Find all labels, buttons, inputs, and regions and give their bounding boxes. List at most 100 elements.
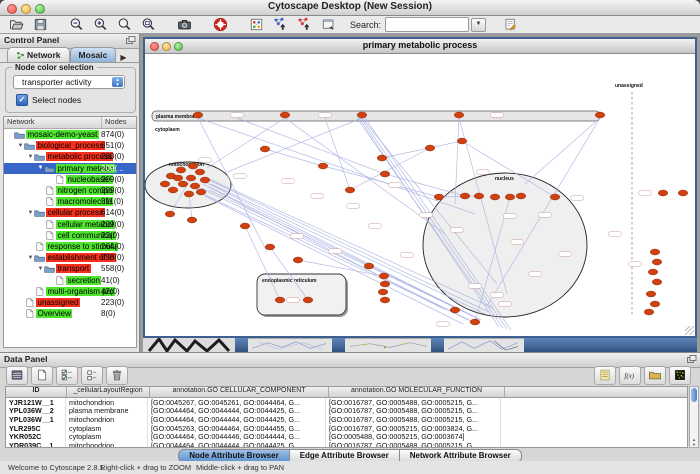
heatmap-icon[interactable] — [669, 366, 691, 385]
graph-node[interactable] — [377, 155, 387, 161]
table-row[interactable]: YJR121W__1mitochondrion[GO:0045267, GO:0… — [6, 398, 687, 407]
tree-row-cellular-process[interactable]: ▼cellular process614(0) — [4, 207, 136, 218]
graph-node[interactable] — [648, 269, 658, 275]
tree-row-secretion[interactable]: secretion41(0) — [4, 274, 136, 285]
tree-row-nitrogen-compo[interactable]: nitrogen compo209(0) — [4, 185, 136, 196]
zoom-selected-icon[interactable] — [137, 17, 159, 33]
tree-row-mosaic-demo-yeast[interactable]: mosaic-demo-yeast874(0) — [4, 129, 136, 140]
graph-node[interactable] — [265, 244, 275, 250]
graph-node[interactable] — [165, 211, 175, 217]
graph-node[interactable] — [644, 309, 654, 315]
graph-node[interactable] — [195, 169, 205, 175]
graph-node[interactable] — [260, 146, 270, 152]
graph-node[interactable] — [550, 194, 560, 200]
tree-row-unassigned[interactable]: unassigned223(0) — [4, 297, 136, 308]
graph-node[interactable] — [516, 193, 526, 199]
table-row[interactable]: YLR295Ccytoplasm[GO:0045263, GO:0044464,… — [6, 424, 687, 433]
annotation-window-icon[interactable] — [317, 17, 339, 33]
graph-node[interactable] — [474, 193, 484, 199]
graph-node[interactable] — [160, 181, 170, 187]
graph-node[interactable] — [425, 145, 435, 151]
zoom-out-icon[interactable] — [65, 17, 87, 33]
unselect-attributes-icon[interactable] — [81, 366, 103, 385]
table-row[interactable]: YKR052Ccytoplasm[GO:0044464, GO:0044446,… — [6, 432, 687, 441]
tree-row-metabolic-process[interactable]: ▼metabolic process280(0) — [4, 151, 136, 162]
column-header-ID[interactable]: ID — [6, 387, 67, 397]
graph-node[interactable] — [318, 163, 328, 169]
graph-node[interactable] — [178, 181, 188, 187]
layout-red-icon[interactable] — [293, 17, 315, 33]
graph-node[interactable] — [460, 193, 470, 199]
layout-blue-icon[interactable] — [269, 17, 291, 33]
graph-node[interactable] — [652, 259, 662, 265]
open-folder-icon[interactable] — [5, 17, 27, 33]
graph-node[interactable] — [678, 190, 688, 196]
graph-node[interactable] — [450, 307, 460, 313]
graph-node[interactable] — [364, 263, 374, 269]
scrollbar-thumb[interactable] — [691, 388, 697, 402]
network-view-window[interactable]: primary metabolic process plasma membran… — [143, 37, 697, 338]
graph-node[interactable] — [434, 194, 444, 200]
column-header-annotation.GO CELLULAR_COMPONENT[interactable]: annotation.GO CELLULAR_COMPONENT — [150, 387, 329, 397]
graph-node[interactable] — [193, 112, 203, 118]
graph-node[interactable] — [650, 301, 660, 307]
graph-edge[interactable] — [525, 118, 600, 184]
search-input[interactable] — [385, 17, 469, 32]
more-tabs-arrow-icon[interactable]: ▶ — [120, 53, 126, 62]
network-canvas[interactable]: plasma membranecytoplasmmitochondrionnuc… — [145, 54, 695, 336]
tree-row-biological-process[interactable]: ▼biological_process651(0) — [4, 140, 136, 151]
search-dropdown-icon[interactable]: ▼ — [471, 18, 486, 32]
graph-node[interactable] — [380, 281, 390, 287]
graph-edge[interactable] — [323, 166, 439, 197]
resize-grip[interactable] — [685, 326, 694, 335]
background-windows-strip[interactable] — [143, 338, 697, 352]
graph-node[interactable] — [646, 291, 656, 297]
zoom-fit-icon[interactable] — [113, 17, 135, 33]
graph-node[interactable] — [457, 138, 467, 144]
graph-node[interactable] — [490, 194, 500, 200]
graph-edge[interactable] — [325, 118, 350, 190]
graph-node[interactable] — [378, 289, 388, 295]
table-row[interactable]: YPL036W__2plasma membrane[GO:0044464, GO… — [6, 407, 687, 416]
expand-arrow-icon[interactable]: ▼ — [27, 210, 34, 216]
graph-node[interactable] — [470, 319, 480, 325]
save-icon[interactable] — [29, 17, 51, 33]
graph-node[interactable] — [380, 171, 390, 177]
float-panel-icon[interactable] — [126, 36, 136, 44]
search-config-icon[interactable] — [499, 17, 521, 33]
float-panel-icon[interactable] — [687, 355, 697, 363]
table-row[interactable]: YDR039C__1mitochondrion[GO:0044464, GO:0… — [6, 441, 687, 448]
graph-node[interactable] — [380, 297, 390, 303]
graph-node[interactable] — [196, 189, 206, 195]
function-icon[interactable]: f(x) — [619, 366, 641, 385]
new-doc-icon[interactable] — [31, 366, 53, 385]
graphics-details-icon[interactable] — [245, 17, 267, 33]
snapshot-camera-icon[interactable] — [173, 17, 195, 33]
graph-node[interactable] — [187, 217, 197, 223]
network-view-titlebar[interactable]: primary metabolic process — [145, 39, 695, 54]
graph-node[interactable] — [280, 112, 290, 118]
graph-node[interactable] — [345, 187, 355, 193]
graph-node[interactable] — [168, 187, 178, 193]
table-scrollbar[interactable]: ▲▼ — [689, 386, 699, 448]
column-header-_cellularLayoutRegion[interactable]: _cellularLayoutRegion — [67, 387, 150, 397]
graph-node[interactable] — [357, 112, 367, 118]
table-grid-icon[interactable] — [6, 366, 28, 385]
graph-node[interactable] — [200, 177, 210, 183]
tree-row-macromolecule[interactable]: macromolecule311(0) — [4, 196, 136, 207]
trash-icon[interactable] — [106, 366, 128, 385]
tree-row-transport[interactable]: ▼transport558(0) — [4, 263, 136, 274]
expand-arrow-icon[interactable]: ▼ — [27, 154, 34, 160]
tree-col-nodes[interactable]: Nodes — [102, 117, 127, 128]
select-attributes-icon[interactable] — [56, 366, 78, 385]
tree-col-network[interactable]: Network — [4, 117, 102, 128]
column-header-empty[interactable] — [505, 387, 687, 397]
help-lifesaver-icon[interactable] — [209, 17, 231, 33]
graph-node[interactable] — [176, 167, 186, 173]
graph-node[interactable] — [186, 175, 196, 181]
expand-arrow-icon[interactable]: ▼ — [17, 143, 24, 149]
graph-node[interactable] — [190, 183, 200, 189]
graph-edge[interactable] — [382, 141, 462, 158]
graph-node[interactable] — [240, 223, 250, 229]
tree-row-cellular-metabol[interactable]: cellular metabol209(0) — [4, 219, 136, 230]
